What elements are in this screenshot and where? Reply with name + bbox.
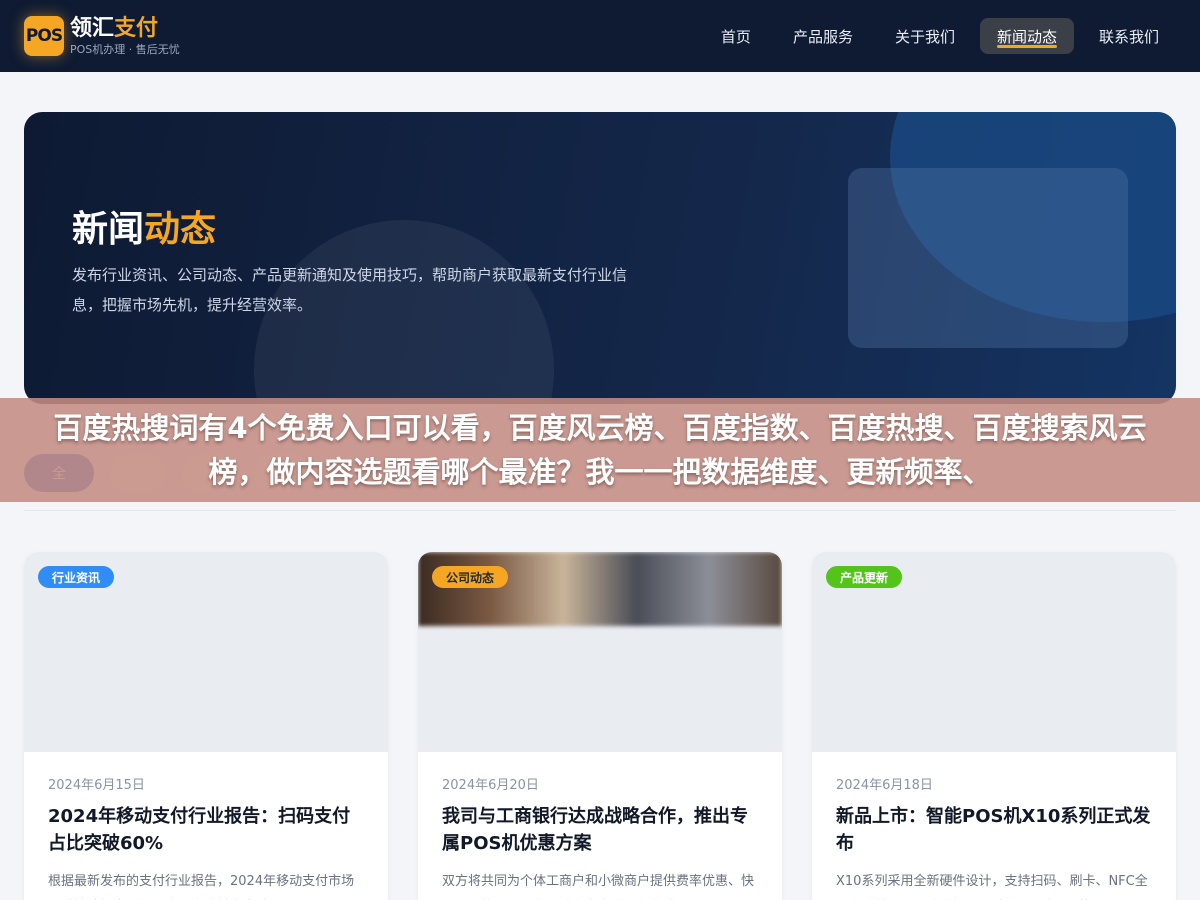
news-card-image: 产品更新: [812, 552, 1176, 752]
page-title: 新闻动态: [72, 200, 216, 252]
news-excerpt: X10系列采用全新硬件设计，支持扫码、刷卡、NFC全渠道收款，到账速度提升至秒级…: [836, 874, 1148, 889]
page-description: 发布行业资讯、公司动态、产品更新通知及使用技巧，帮助商户获取最新支付行业信息，把…: [72, 266, 628, 314]
logo-badge: POS: [24, 16, 64, 56]
category-tag: 公司动态: [432, 566, 509, 588]
logo-text: 领汇支付 POS机办理 · 售后无忧: [70, 15, 180, 56]
news-date: 2024年6月15日: [48, 778, 145, 793]
hero-banner: 新闻动态 发布行业资讯、公司动态、产品更新通知及使用技巧，帮助商户获取最新支付行…: [24, 112, 1176, 404]
news-title[interactable]: 2024年移动支付行业报告：扫码支付占比突破60%: [48, 803, 364, 857]
category-tag: 产品更新: [826, 566, 903, 588]
page-title-accent: 动态: [144, 209, 217, 250]
news-excerpt: 根据最新发布的支付行业报告，2024年移动支付市场规模持续扩大，扫码支付占比首次…: [48, 874, 355, 889]
page-title-main: 新闻: [72, 209, 145, 250]
overlay-banner: 百度热搜词有4个免费入口可以看，百度风云榜、百度指数、百度热搜、百度搜索风云榜，…: [0, 398, 1200, 502]
news-card[interactable]: 产品更新 2024年6月18日 新品上市：智能POS机X10系列正式发布 X10…: [812, 552, 1176, 900]
nav-item-contact[interactable]: 联系我们: [1082, 18, 1176, 54]
nav-item-home[interactable]: 首页: [704, 18, 768, 54]
news-card[interactable]: 公司动态 2024年6月20日 我司与工商银行达成战略合作，推出专属POS机优惠…: [418, 552, 782, 900]
nav-item-about[interactable]: 关于我们: [878, 18, 972, 54]
news-date: 2024年6月18日: [836, 778, 933, 793]
news-card-body: 2024年6月18日 新品上市：智能POS机X10系列正式发布 X10系列采用全…: [812, 752, 1176, 900]
hero-decor-panel: [848, 168, 1128, 348]
logo[interactable]: POS 领汇支付 POS机办理 · 售后无忧: [24, 16, 180, 56]
news-card-image: 公司动态: [418, 552, 782, 752]
news-card-body: 2024年6月15日 2024年移动支付行业报告：扫码支付占比突破60% 根据最…: [24, 752, 388, 900]
site-header: POS 领汇支付 POS机办理 · 售后无忧 首页 产品服务 关于我们 新闻动态…: [0, 0, 1200, 72]
overlay-banner-text: 百度热搜词有4个免费入口可以看，百度风云榜、百度指数、百度热搜、百度搜索风云榜，…: [53, 411, 1147, 489]
news-card[interactable]: 行业资讯 2024年6月15日 2024年移动支付行业报告：扫码支付占比突破60…: [24, 552, 388, 900]
nav-item-products[interactable]: 产品服务: [776, 18, 870, 54]
main-nav: 首页 产品服务 关于我们 新闻动态 联系我们: [704, 18, 1176, 54]
news-card-image: 行业资讯: [24, 552, 388, 752]
logo-title-accent: 支付: [114, 15, 159, 41]
news-date: 2024年6月20日: [442, 778, 539, 793]
news-title[interactable]: 新品上市：智能POS机X10系列正式发布: [836, 803, 1152, 857]
news-title[interactable]: 我司与工商银行达成战略合作，推出专属POS机优惠方案: [442, 803, 758, 857]
category-tag: 行业资讯: [38, 566, 115, 588]
logo-title-main: 领汇: [70, 15, 115, 41]
logo-title: 领汇支付: [70, 15, 180, 41]
nav-item-news[interactable]: 新闻动态: [979, 18, 1074, 54]
news-excerpt: 双方将共同为个体工商户和小微商户提供费率优惠、快速到账等专属服务，助力商户降低经…: [442, 874, 755, 889]
news-card-body: 2024年6月20日 我司与工商银行达成战略合作，推出专属POS机优惠方案 双方…: [418, 752, 782, 900]
logo-subtitle: POS机办理 · 售后无忧: [70, 42, 180, 56]
news-photo: [418, 552, 782, 626]
divider: [24, 510, 1176, 511]
